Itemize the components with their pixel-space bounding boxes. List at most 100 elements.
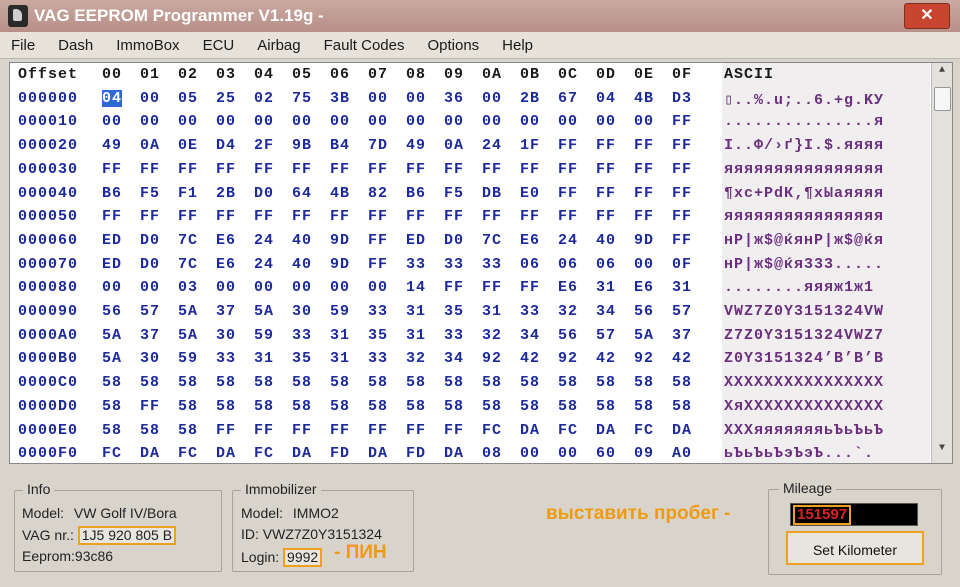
hex-byte-cell[interactable]: 9D (330, 256, 350, 273)
close-button[interactable]: ✕ (904, 3, 950, 29)
hex-byte-cell[interactable]: D4 (216, 137, 236, 154)
hex-byte-cell[interactable]: B6 (406, 185, 426, 202)
hex-byte-cell[interactable]: FC (102, 445, 122, 462)
hex-byte-cell[interactable]: FF (482, 208, 502, 225)
hex-byte-cell[interactable]: 31 (406, 327, 426, 344)
hex-byte-cell[interactable]: 75 (292, 90, 312, 107)
hex-byte-cell[interactable]: 5A (102, 350, 122, 367)
hex-byte-cell[interactable]: FF (520, 208, 540, 225)
hex-byte-cell[interactable]: F1 (178, 185, 198, 202)
hex-byte-cell[interactable]: FC (178, 445, 198, 462)
hex-byte-cell[interactable]: 58 (672, 374, 692, 391)
hex-byte-cell[interactable]: 58 (368, 398, 388, 415)
hex-byte-cell[interactable]: 30 (140, 350, 160, 367)
hex-byte-cell[interactable]: DA (216, 445, 236, 462)
hex-byte-cell[interactable]: FF (444, 422, 464, 439)
hex-byte-cell[interactable]: 00 (634, 256, 654, 273)
hex-byte-cell[interactable]: DA (672, 422, 692, 439)
hex-byte-cell[interactable]: 24 (482, 137, 502, 154)
hex-byte-cell[interactable]: FC (634, 422, 654, 439)
hex-byte-cell[interactable]: 49 (406, 137, 426, 154)
hex-byte-cell[interactable]: 0A (444, 137, 464, 154)
hex-byte-cell[interactable]: 00 (558, 113, 578, 130)
hex-byte-cell[interactable]: ED (406, 232, 426, 249)
hex-ascii-text[interactable]: ьЪьЪьЪэЪэЪ...`. (724, 445, 884, 462)
hex-byte-cell[interactable]: FF (368, 256, 388, 273)
hex-byte-cell[interactable]: 58 (102, 374, 122, 391)
hex-byte-cell[interactable]: 00 (406, 113, 426, 130)
hex-byte-cell[interactable]: 58 (254, 374, 274, 391)
hex-byte-cell[interactable]: FF (368, 422, 388, 439)
hex-byte-cell[interactable]: 92 (634, 350, 654, 367)
hex-byte-cell[interactable]: 58 (178, 398, 198, 415)
hex-byte-cell[interactable]: 0A (140, 137, 160, 154)
hex-byte-cell[interactable]: FF (406, 422, 426, 439)
hex-byte-cell[interactable]: FF (558, 161, 578, 178)
hex-byte-cell[interactable]: 36 (444, 90, 464, 107)
hex-byte-cell[interactable]: 33 (482, 256, 502, 273)
hex-byte-cell[interactable]: 04 (596, 90, 616, 107)
hex-byte-cell[interactable]: 7C (178, 232, 198, 249)
hex-byte-cell[interactable]: FF (178, 161, 198, 178)
hex-byte-cell[interactable]: FF (558, 137, 578, 154)
hex-ascii-text[interactable]: ........яяяж1ж1 (724, 279, 874, 296)
hex-byte-cell[interactable]: 58 (444, 374, 464, 391)
hex-byte-cell[interactable]: FF (672, 208, 692, 225)
hex-byte-cell[interactable]: 7D (368, 137, 388, 154)
hex-byte-cell[interactable]: 30 (216, 327, 236, 344)
scroll-up-arrow-icon[interactable]: ▲ (932, 65, 952, 83)
hex-byte-cell[interactable]: E6 (216, 232, 236, 249)
hex-byte-cell[interactable]: 5A (178, 327, 198, 344)
hex-byte-cell[interactable]: 3B (330, 90, 350, 107)
hex-byte-cell[interactable]: 33 (406, 256, 426, 273)
hex-byte-cell[interactable]: 42 (672, 350, 692, 367)
hex-ascii-text[interactable]: нР|ж$@ќя333..... (724, 256, 884, 273)
hex-byte-cell[interactable]: 58 (292, 398, 312, 415)
hex-ascii-text[interactable]: ▯..%.u;..6.+g.KУ (724, 90, 884, 109)
hex-byte-cell[interactable]: 32 (406, 350, 426, 367)
hex-byte-cell[interactable]: 2F (254, 137, 274, 154)
hex-editor[interactable]: ▲ ▼ Offset 00 01 02 03 04 05 06 07 08 09 0A 0B 0C 0D 0E… (9, 62, 953, 464)
hex-byte-cell[interactable]: 82 (368, 185, 388, 202)
hex-byte-cell[interactable]: 7C (178, 256, 198, 273)
hex-ascii-text[interactable]: I..Ф/›ґ}I.$.яяяя (724, 137, 884, 154)
hex-byte-cell[interactable]: 31 (672, 279, 692, 296)
hex-byte-cell[interactable]: 32 (482, 327, 502, 344)
hex-byte-cell[interactable]: 25 (216, 90, 236, 107)
hex-byte-cell[interactable]: FF (672, 113, 692, 130)
hex-byte-cell[interactable]: 58 (596, 374, 616, 391)
menu-dash[interactable]: Dash (47, 37, 105, 54)
hex-byte-cell[interactable]: 00 (216, 113, 236, 130)
hex-byte-cell[interactable]: 35 (292, 350, 312, 367)
hex-byte-cell[interactable]: 92 (558, 350, 578, 367)
hex-byte-cell[interactable]: FF (482, 279, 502, 296)
hex-byte-cell[interactable]: 58 (558, 374, 578, 391)
menu-fault-codes[interactable]: Fault Codes (313, 37, 417, 54)
hex-byte-cell[interactable]: 00 (102, 113, 122, 130)
hex-byte-cell[interactable]: 5A (254, 303, 274, 320)
hex-byte-cell[interactable]: DA (444, 445, 464, 462)
hex-byte-cell[interactable]: 00 (368, 90, 388, 107)
hex-byte-cell[interactable]: 00 (634, 113, 654, 130)
hex-byte-cell[interactable]: 58 (140, 422, 160, 439)
hex-byte-cell[interactable]: F5 (140, 185, 160, 202)
hex-byte-cell[interactable]: 58 (178, 374, 198, 391)
vertical-scrollbar[interactable]: ▲ ▼ (931, 63, 952, 463)
hex-byte-cell[interactable]: 9D (634, 232, 654, 249)
hex-byte-cell[interactable]: 34 (520, 327, 540, 344)
hex-byte-cell[interactable]: 42 (520, 350, 540, 367)
hex-byte-cell[interactable]: 58 (178, 422, 198, 439)
hex-byte-cell[interactable]: FF (368, 208, 388, 225)
hex-byte-cell[interactable]: 33 (368, 303, 388, 320)
hex-byte-cell[interactable]: 00 (178, 113, 198, 130)
hex-byte-cell[interactable]: 9D (330, 232, 350, 249)
hex-byte-cell[interactable]: 06 (558, 256, 578, 273)
hex-byte-cell[interactable]: 58 (596, 398, 616, 415)
hex-byte-cell[interactable]: 00 (292, 279, 312, 296)
hex-byte-cell[interactable]: FF (672, 232, 692, 249)
hex-byte-cell[interactable]: 05 (178, 90, 198, 107)
hex-byte-cell[interactable]: 31 (254, 350, 274, 367)
hex-byte-cell[interactable]: 59 (330, 303, 350, 320)
hex-byte-cell[interactable]: 57 (596, 327, 616, 344)
hex-byte-cell[interactable]: DA (368, 445, 388, 462)
